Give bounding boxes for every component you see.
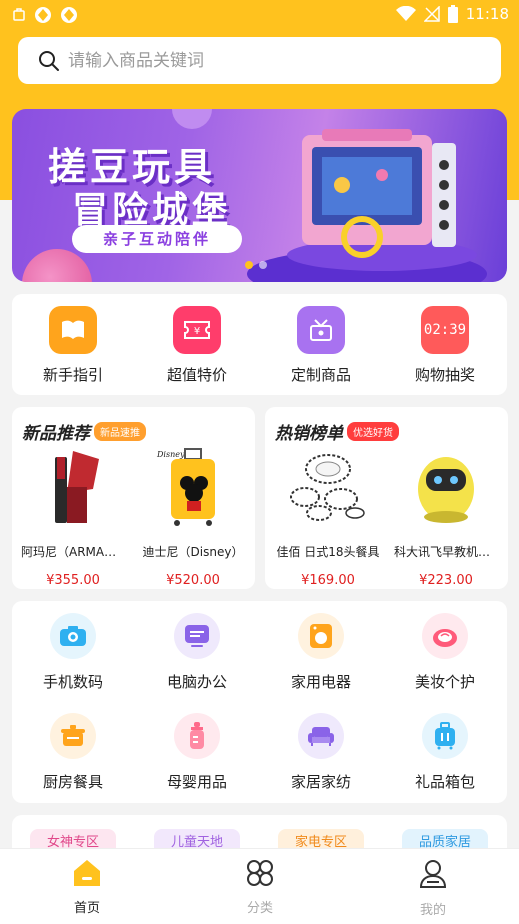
quick-link-label: 新手指引 xyxy=(42,366,103,384)
home-icon xyxy=(74,860,100,886)
hot-products-header: 热销榜单 优选好货 xyxy=(275,419,399,444)
product-price: ¥169.00 xyxy=(301,573,355,588)
quick-links-card: 新手指引 ¥ 超值特价 定制商品 02:39 购物抽奖 xyxy=(12,294,507,395)
new-products-badge: 新品速推 xyxy=(94,422,146,441)
status-right-icons: 11:18 xyxy=(395,5,509,23)
svg-text:Disney: Disney xyxy=(156,450,185,459)
category-label: 厨房餐具 xyxy=(42,773,103,791)
product-price: ¥223.00 xyxy=(419,573,473,588)
product-name: 阿玛尼（ARMANI） xyxy=(21,545,125,559)
clock-text: 02:39 xyxy=(423,322,467,338)
luggage-icon xyxy=(422,713,468,759)
tab-label: 分类 xyxy=(246,901,273,916)
tab-label: 我的 xyxy=(419,903,446,918)
suitcase-image: Disney xyxy=(156,448,215,526)
promo-banner[interactable]: 搓豆玩具 冒险城堡 亲子互动陪伴 xyxy=(12,109,507,282)
new-products-header: 新品推荐 新品速推 xyxy=(22,419,146,444)
new-products-card[interactable]: 新品推荐 新品速推 阿玛尼（ARMANI） ¥355.00 Disney 迪士尼… xyxy=(12,407,255,589)
svg-text:¥: ¥ xyxy=(194,326,200,337)
search-input[interactable] xyxy=(68,50,468,71)
hot-products-badge: 优选好货 xyxy=(347,422,399,441)
compact-icon xyxy=(422,613,468,659)
book-icon xyxy=(49,306,97,354)
product-name: 科大讯飞早教机器人 xyxy=(394,545,498,559)
tab-profile[interactable]: 我的 xyxy=(388,859,478,918)
pot-icon xyxy=(50,713,96,759)
notification-icon xyxy=(13,8,25,21)
status-time: 11:18 xyxy=(465,5,509,23)
tableware-image xyxy=(290,454,365,521)
category-label: 礼品箱包 xyxy=(414,773,475,791)
status-bar: 11:18 xyxy=(0,0,519,30)
robot-image xyxy=(418,457,474,523)
category-beauty[interactable]: 美妆个护 xyxy=(395,613,495,692)
category-label: 家居家纺 xyxy=(290,773,351,791)
category-home[interactable]: 家居家纺 xyxy=(271,713,371,792)
quick-link-label: 定制商品 xyxy=(290,366,351,384)
bottom-tab-bar: 首页 分类 我的 xyxy=(0,848,519,924)
category-appliances[interactable]: 家用电器 xyxy=(271,613,371,692)
product-card[interactable]: Disney 迪士尼（Disney） ¥520.00 xyxy=(138,447,248,588)
banner-title: 搓豆玩具 xyxy=(48,145,217,189)
category-label: 家用电器 xyxy=(290,673,351,691)
search-bar[interactable] xyxy=(18,37,501,84)
clock-icon: 02:39 xyxy=(421,306,469,354)
category-baby[interactable]: 母婴用品 xyxy=(147,713,247,792)
tab-home[interactable]: 首页 xyxy=(42,859,132,916)
banner-pagination xyxy=(245,261,267,269)
product-name: 迪士尼（Disney） xyxy=(142,545,244,559)
app-notification-icon xyxy=(61,7,77,23)
app-notification-icon xyxy=(35,7,51,23)
lipstick-image xyxy=(55,451,99,523)
hot-products-title: 热销榜单 xyxy=(275,424,343,444)
bottle-icon xyxy=(174,713,220,759)
category-computers[interactable]: 电脑办公 xyxy=(147,613,247,692)
category-label: 美妆个护 xyxy=(414,673,475,691)
category-label: 电脑办公 xyxy=(166,673,227,691)
category-phones[interactable]: 手机数码 xyxy=(23,613,123,692)
category-icon xyxy=(247,860,273,886)
product-name: 佳佰 日式18头餐具 xyxy=(276,545,380,559)
product-card[interactable]: 科大讯飞早教机器人 ¥223.00 xyxy=(391,447,501,588)
product-card[interactable]: 阿玛尼（ARMANI） ¥355.00 xyxy=(18,447,128,588)
ticket-icon: ¥ xyxy=(173,306,221,354)
no-signal-icon xyxy=(423,6,440,22)
new-products-title: 新品推荐 xyxy=(22,424,90,444)
quick-link-label: 超值特价 xyxy=(166,366,227,384)
gift-box-icon xyxy=(297,306,345,354)
product-price: ¥520.00 xyxy=(166,573,220,588)
category-luggage[interactable]: 礼品箱包 xyxy=(395,713,495,792)
quick-link-label: 购物抽奖 xyxy=(414,366,475,384)
category-kitchen[interactable]: 厨房餐具 xyxy=(23,713,123,792)
quick-link-lottery[interactable]: 02:39 购物抽奖 xyxy=(395,306,495,385)
quick-link-custom[interactable]: 定制商品 xyxy=(271,306,371,385)
banner-bubble-decoration xyxy=(172,109,212,129)
category-label: 母婴用品 xyxy=(166,773,227,791)
sofa-icon xyxy=(298,713,344,759)
tab-category[interactable]: 分类 xyxy=(215,859,305,916)
status-left-icons xyxy=(12,6,78,24)
categories-card: 手机数码 电脑办公 家用电器 美妆个护 厨房餐具 母婴用品 家居家纺 礼品箱包 xyxy=(12,601,507,803)
toy-castle-image xyxy=(287,129,477,271)
banner-dot-active[interactable] xyxy=(245,261,253,269)
washer-icon xyxy=(298,613,344,659)
category-label: 手机数码 xyxy=(42,673,103,691)
product-price: ¥355.00 xyxy=(46,573,100,588)
quick-link-guide[interactable]: 新手指引 xyxy=(23,306,123,385)
banner-tag: 亲子互动陪伴 xyxy=(72,225,242,253)
monitor-icon xyxy=(174,613,220,659)
search-icon xyxy=(39,50,59,71)
banner-bubble-decoration xyxy=(22,249,92,282)
camera-icon xyxy=(50,613,96,659)
hot-products-card[interactable]: 热销榜单 优选好货 佳佰 日式18头餐具 ¥169.00 科大讯飞早教机器人 ¥… xyxy=(265,407,508,589)
wifi-icon xyxy=(395,6,416,21)
battery-icon xyxy=(447,5,458,23)
profile-icon xyxy=(419,860,447,888)
tab-label: 首页 xyxy=(73,901,100,916)
quick-link-deals[interactable]: ¥ 超值特价 xyxy=(147,306,247,385)
banner-dot[interactable] xyxy=(259,261,267,269)
product-card[interactable]: 佳佰 日式18头餐具 ¥169.00 xyxy=(273,447,383,588)
